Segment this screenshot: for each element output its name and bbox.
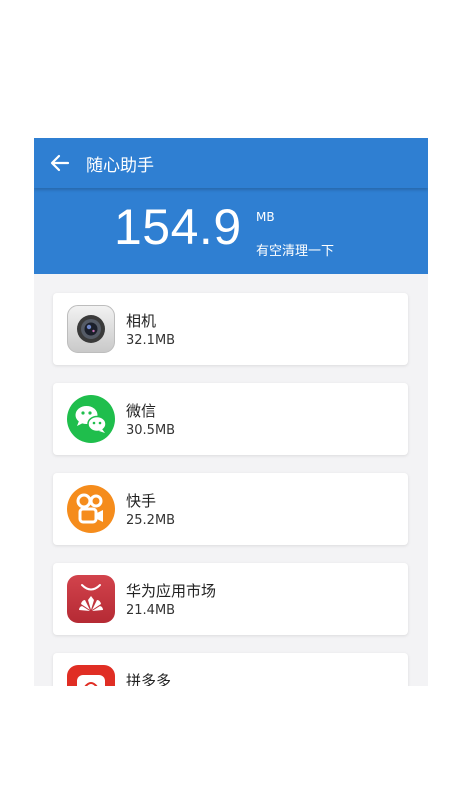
app-name: 快手 bbox=[126, 492, 157, 510]
app-name: 华为应用市场 bbox=[126, 582, 217, 600]
list-item-huawei-appgallery[interactable]: 华为应用市场 21.4MB bbox=[53, 563, 408, 635]
huawei-appgallery-icon bbox=[67, 575, 115, 623]
arrow-left-icon[interactable] bbox=[48, 151, 72, 175]
kuaishou-icon bbox=[67, 485, 115, 533]
app-name: 拼多多 bbox=[126, 672, 172, 686]
list-item-camera[interactable]: 相机 32.1MB bbox=[53, 293, 408, 365]
storage-total-value: 154.9 bbox=[114, 199, 242, 255]
app-size: 25.2MB bbox=[126, 513, 176, 528]
pinduoduo-icon bbox=[67, 665, 115, 686]
app-name: 微信 bbox=[126, 402, 157, 420]
list-item-wechat[interactable]: 微信 30.5MB bbox=[53, 383, 408, 455]
storage-summary: 154.9 MB 有空清理一下 bbox=[34, 188, 428, 274]
wechat-icon bbox=[67, 395, 115, 443]
app-size: 32.1MB bbox=[126, 333, 176, 348]
app-name: 相机 bbox=[126, 312, 157, 330]
storage-unit: MB bbox=[256, 210, 275, 224]
cleanup-hint: 有空清理一下 bbox=[256, 244, 335, 259]
list-item-kuaishou[interactable]: 快手 25.2MB bbox=[53, 473, 408, 545]
list-item-pinduoduo[interactable]: 拼多多 bbox=[53, 653, 408, 686]
app-size: 30.5MB bbox=[126, 423, 176, 438]
camera-icon bbox=[67, 305, 115, 353]
page-title: 随心助手 bbox=[86, 156, 154, 176]
app-bar: 随心助手 bbox=[34, 138, 428, 188]
app-screen: 随心助手 154.9 MB 有空清理一下 相机 32.1MB 微信 30.5MB… bbox=[34, 138, 428, 686]
app-size: 21.4MB bbox=[126, 603, 176, 618]
